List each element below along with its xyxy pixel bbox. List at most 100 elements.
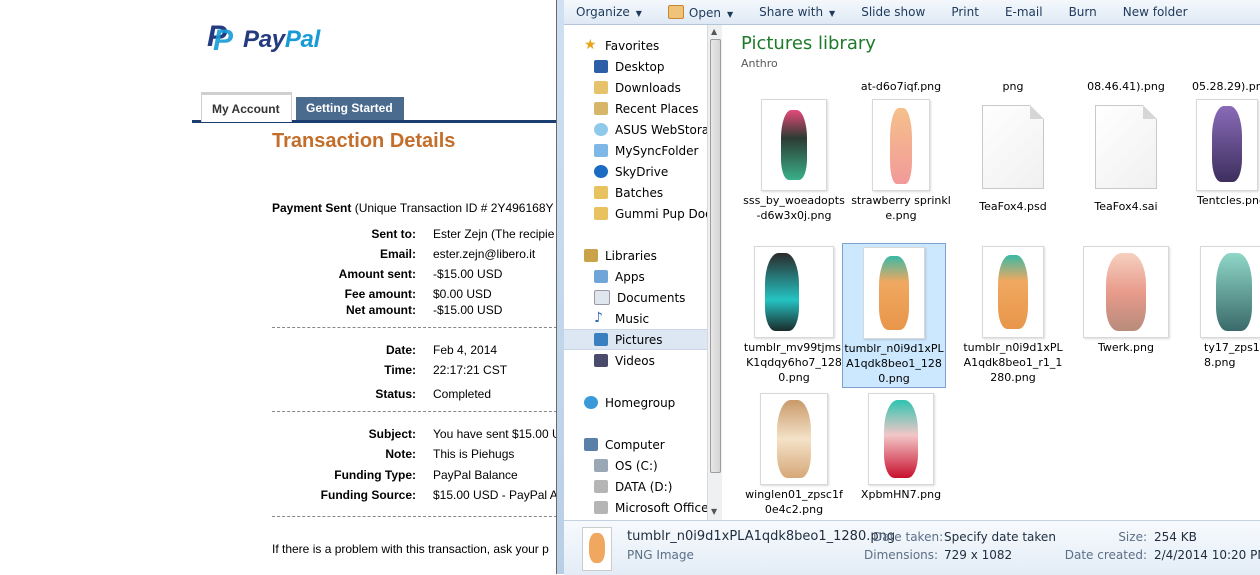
nav-label: Favorites bbox=[605, 38, 660, 53]
nav-asus-webstorage[interactable]: ASUS WebStorag bbox=[594, 119, 714, 140]
nav-homegroup[interactable]: Homegroup bbox=[584, 392, 714, 413]
field-time: Time: 22:17:21 CST bbox=[272, 363, 556, 379]
tab-getting-started[interactable]: Getting Started bbox=[296, 97, 404, 120]
sync-folder-icon bbox=[594, 144, 608, 157]
list-item[interactable]: 08.46.41).png bbox=[1074, 77, 1178, 94]
nav-skydrive[interactable]: SkyDrive bbox=[594, 161, 714, 182]
list-item[interactable]: ty17_zps18538.png bbox=[1182, 246, 1260, 370]
field-note: Note: This is Piehugs bbox=[272, 447, 556, 463]
nav-videos[interactable]: Videos bbox=[594, 350, 714, 371]
nav-microsoft-office[interactable]: Microsoft Office bbox=[594, 497, 714, 518]
field-value: Completed bbox=[433, 387, 492, 401]
nav-computer[interactable]: Computer bbox=[584, 434, 714, 455]
paypal-logo[interactable]: PP PayPal bbox=[207, 20, 320, 57]
burn-button[interactable]: Burn bbox=[1069, 5, 1111, 19]
selected-file-thumbnail bbox=[582, 527, 612, 571]
star-icon: ★ bbox=[584, 37, 597, 53]
list-item[interactable]: tumblr_n0i9d1xPLA1qdk8beo1_r1_1280.png bbox=[961, 246, 1065, 385]
field-label: Date: bbox=[385, 343, 416, 357]
file-name: 05.28.29).png bbox=[1192, 80, 1260, 93]
field-sent-to: Sent to: Ester Zejn (The recipie bbox=[272, 227, 556, 243]
list-item[interactable]: strawberry sprinkle.png bbox=[849, 99, 953, 223]
drive-icon bbox=[594, 501, 608, 514]
dimensions-label: Dimensions: bbox=[864, 548, 939, 562]
date-created-label: Date created: bbox=[1064, 548, 1147, 562]
nav-label: Downloads bbox=[615, 80, 681, 95]
nav-label: Homegroup bbox=[605, 395, 676, 410]
file-name: tumblr_mv99tjmslK1qdqy6ho7_1280.png bbox=[743, 341, 845, 384]
list-item[interactable]: at-d6o7iqf.png bbox=[849, 77, 953, 94]
scroll-up-icon[interactable]: ▲ bbox=[711, 27, 717, 36]
field-label: Sent to: bbox=[371, 227, 416, 241]
list-item[interactable]: png bbox=[961, 77, 1065, 94]
organize-button[interactable]: Organize ▼ bbox=[576, 5, 656, 19]
account-tabs: My Account Getting Started bbox=[192, 92, 556, 123]
file-name: 08.46.41).png bbox=[1087, 80, 1165, 93]
nav-desktop[interactable]: Desktop bbox=[594, 56, 714, 77]
list-item[interactable]: sss_by_woeadopts-d6w3x0j.png bbox=[742, 99, 846, 223]
nav-documents[interactable]: Documents bbox=[594, 287, 714, 308]
nav-recent-places[interactable]: Recent Places bbox=[594, 98, 714, 119]
list-item[interactable]: winglen01_zpsc1f0e4c2.png bbox=[742, 393, 846, 517]
share-with-label: Share with bbox=[759, 5, 824, 19]
file-thumbnail bbox=[1196, 99, 1258, 191]
list-item[interactable]: 05.28.29).png bbox=[1192, 77, 1260, 94]
computer-icon bbox=[584, 438, 598, 451]
nav-scrollbar[interactable]: ▲ ▼ bbox=[707, 25, 722, 520]
field-email: Email: ester.zejn@libero.it bbox=[272, 247, 556, 263]
drive-icon bbox=[594, 459, 608, 472]
nav-label: OS (C:) bbox=[615, 458, 658, 473]
nav-favorites[interactable]: ★ Favorites bbox=[584, 35, 714, 56]
nav-label: ASUS WebStorag bbox=[615, 122, 714, 137]
field-value: $0.00 USD bbox=[433, 287, 492, 301]
field-funding-source: Funding Source: $15.00 USD - PayPal A bbox=[272, 488, 556, 504]
list-item[interactable]: XpbmHN7.png bbox=[849, 393, 953, 502]
field-value: You have sent $15.00 U bbox=[433, 427, 556, 441]
file-thumbnail bbox=[760, 393, 828, 485]
scroll-down-icon[interactable]: ▼ bbox=[711, 507, 717, 516]
nav-drive-d[interactable]: DATA (D:) bbox=[594, 476, 714, 497]
nav-downloads[interactable]: Downloads bbox=[594, 77, 714, 98]
list-item[interactable]: tumblr_n0i9d1xPLA1qdk8beo1_1280.png bbox=[842, 243, 946, 388]
list-item[interactable]: TeaFox4.sai bbox=[1074, 105, 1178, 214]
nav-music[interactable]: ♪ Music bbox=[594, 308, 714, 329]
date-created-value: 2/4/2014 10:20 PM bbox=[1154, 548, 1260, 562]
email-button[interactable]: E-mail bbox=[1005, 5, 1057, 19]
field-label: Email: bbox=[379, 247, 416, 261]
field-label: Note: bbox=[385, 447, 416, 461]
recent-places-icon bbox=[594, 102, 608, 115]
print-button[interactable]: Print bbox=[951, 5, 993, 19]
field-label: Subject: bbox=[368, 427, 416, 441]
nav-pictures[interactable]: Pictures bbox=[564, 329, 714, 350]
list-item[interactable]: TeaFox4.psd bbox=[961, 105, 1065, 214]
nav-gummi-pup[interactable]: Gummi Pup Doo bbox=[594, 203, 714, 224]
slide-show-button[interactable]: Slide show bbox=[861, 5, 939, 19]
field-value: -$15.00 USD bbox=[433, 267, 503, 281]
library-title: Pictures library bbox=[741, 33, 876, 54]
nav-batches[interactable]: Batches bbox=[594, 182, 714, 203]
list-item[interactable]: Twerk.png bbox=[1074, 246, 1178, 355]
field-label: Net amount: bbox=[346, 303, 416, 317]
field-fee-amount: Fee amount: $0.00 USD bbox=[272, 287, 556, 303]
nav-label: Recent Places bbox=[615, 101, 699, 116]
share-with-button[interactable]: Share with ▼ bbox=[759, 5, 849, 19]
field-value: $15.00 USD - PayPal A bbox=[433, 488, 556, 502]
open-button[interactable]: Open ▼ bbox=[667, 4, 747, 20]
tab-my-account[interactable]: My Account bbox=[201, 92, 292, 122]
nav-libraries[interactable]: Libraries bbox=[584, 245, 714, 266]
field-label: Time: bbox=[384, 363, 416, 377]
date-taken-value[interactable]: Specify date taken bbox=[944, 530, 1056, 544]
nav-label: Microsoft Office bbox=[615, 500, 709, 515]
nav-apps[interactable]: Apps bbox=[594, 266, 714, 287]
file-thumbnail bbox=[1200, 246, 1260, 338]
list-item[interactable]: tumblr_mv99tjmslK1qdqy6ho7_1280.png bbox=[742, 246, 846, 385]
file-name: png bbox=[1002, 80, 1024, 93]
nav-drive-c[interactable]: OS (C:) bbox=[594, 455, 714, 476]
new-folder-button[interactable]: New folder bbox=[1123, 5, 1202, 19]
nav-mysyncfolder[interactable]: MySyncFolder bbox=[594, 140, 714, 161]
list-item[interactable]: Tentcles.png bbox=[1182, 99, 1260, 208]
chevron-down-icon: ▼ bbox=[635, 9, 642, 18]
scrollbar-thumb[interactable] bbox=[710, 39, 721, 473]
page-title: Transaction Details bbox=[272, 130, 456, 152]
file-name: tumblr_n0i9d1xPLA1qdk8beo1_r1_1280.png bbox=[963, 341, 1063, 384]
